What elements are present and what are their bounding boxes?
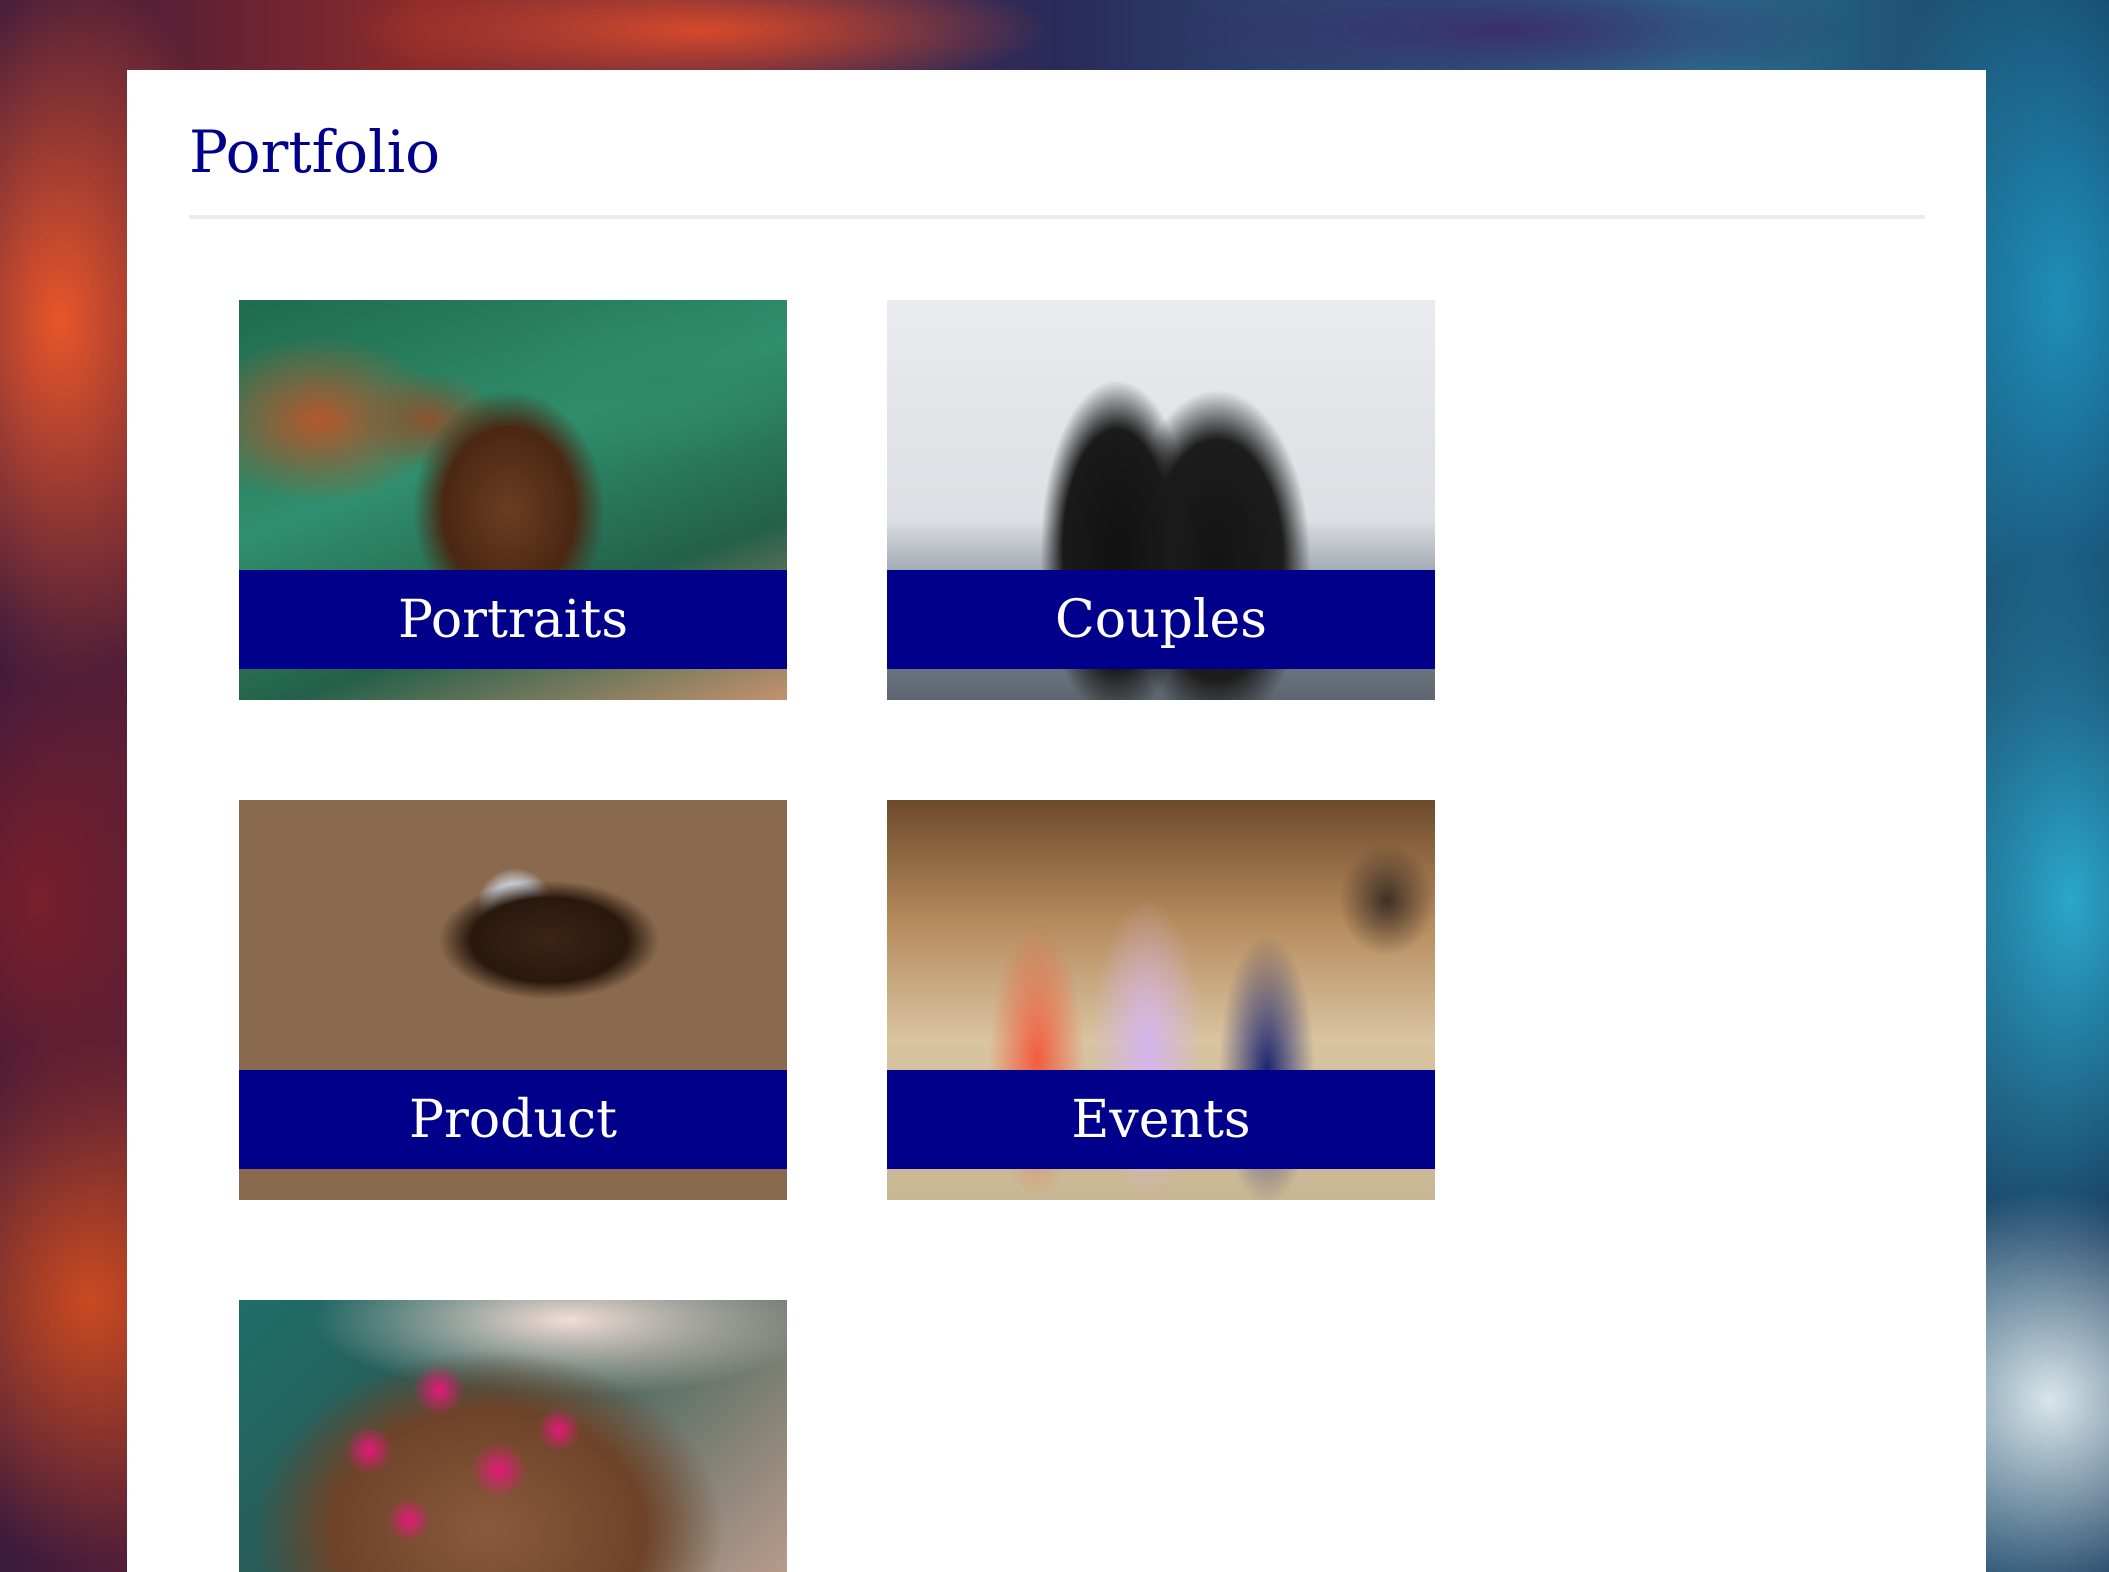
tile-caption: Product <box>239 1070 787 1169</box>
content-panel: Portfolio Portraits Couples Product Even… <box>127 70 1986 1572</box>
gallery-tile-events[interactable]: Events <box>887 800 1435 1200</box>
title-divider <box>189 215 1925 219</box>
tile-caption: Portraits <box>239 570 787 669</box>
page-title: Portfolio <box>189 118 441 186</box>
tile-caption: Couples <box>887 570 1435 669</box>
gallery-tile-product[interactable]: Product <box>239 800 787 1200</box>
gallery-tile-portraits[interactable]: Portraits <box>239 300 787 700</box>
gallery-tile-maternity[interactable] <box>239 1300 787 1572</box>
tile-caption: Events <box>887 1070 1435 1169</box>
maternity-photo <box>239 1300 787 1572</box>
gallery-tile-couples[interactable]: Couples <box>887 300 1435 700</box>
